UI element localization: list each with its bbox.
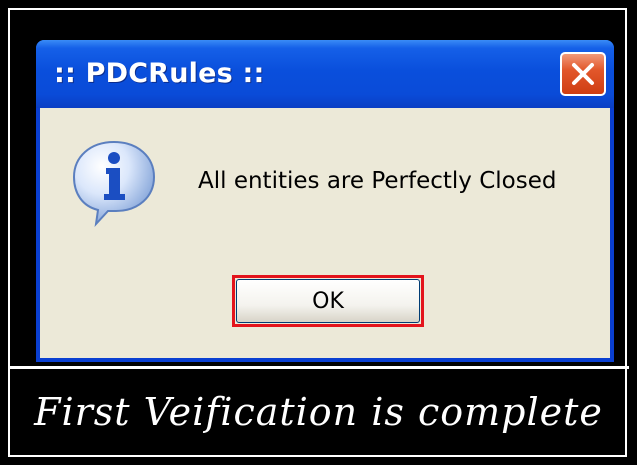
- title-bar[interactable]: :: PDCRules ::: [36, 40, 614, 108]
- screenshot-frame: :: PDCRules :: All entities are Perfectl…: [0, 0, 637, 465]
- close-icon: [572, 63, 594, 85]
- dialog-body: All entities are Perfectly Closed OK: [40, 108, 610, 358]
- dialog-title: :: PDCRules ::: [54, 58, 265, 89]
- caption-text: First Veification is complete: [34, 390, 603, 434]
- message-dialog: :: PDCRules :: All entities are Perfectl…: [36, 40, 614, 362]
- close-button[interactable]: [560, 52, 606, 96]
- dialog-message: All entities are Perfectly Closed: [198, 168, 557, 194]
- info-icon: [72, 140, 156, 228]
- ok-button[interactable]: OK: [236, 279, 420, 323]
